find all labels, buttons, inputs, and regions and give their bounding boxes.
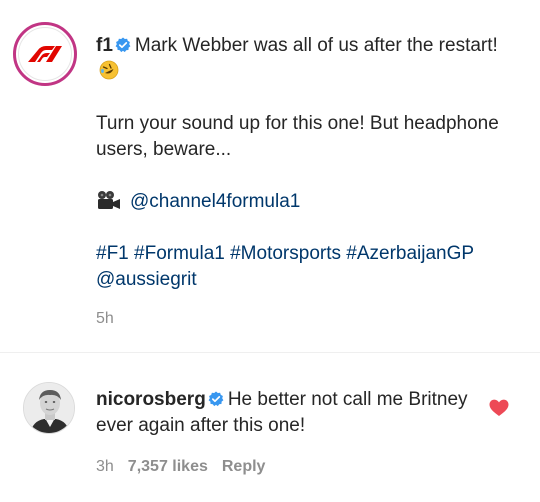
hashtags-link[interactable]: #F1 #Formula1 #Motorsports #AzerbaijanGP — [96, 241, 516, 267]
reply-button[interactable]: Reply — [222, 458, 266, 476]
channel-line: @channel4formula1 — [96, 189, 516, 215]
nicorosberg-avatar[interactable] — [23, 382, 75, 434]
channel-mention-link[interactable]: @channel4formula1 — [130, 191, 300, 212]
post-timestamp: 5h — [96, 310, 114, 327]
comment-username[interactable]: nicorosberg — [96, 389, 206, 410]
post-caption: f1 Mark Webber was all of us after the r… — [96, 33, 516, 293]
comment-body: nicorosberg He better not call me Britne… — [96, 387, 476, 439]
verified-badge-icon — [208, 391, 224, 407]
comment-meta: 3h 7,357 likes Reply — [96, 458, 265, 476]
post-username[interactable]: f1 — [96, 35, 113, 56]
verified-badge-icon — [115, 37, 131, 53]
f1-avatar[interactable] — [13, 22, 77, 86]
heart-icon[interactable] — [489, 399, 509, 417]
aussiegrit-mention-link[interactable]: @aussiegrit — [96, 267, 516, 293]
post-text-line1: Mark Webber was all of us after the rest… — [134, 35, 498, 56]
divider — [0, 352, 540, 353]
post-text-para2: Turn your sound up for this one! But hea… — [96, 113, 499, 160]
comment-likes-count[interactable]: 7,357 likes — [128, 458, 208, 476]
movie-camera-icon — [98, 191, 120, 209]
f1-logo-icon — [18, 27, 72, 81]
rolling-laughing-emoji-icon — [99, 60, 119, 80]
instagram-comments-view: f1 Mark Webber was all of us after the r… — [0, 0, 540, 502]
caption-line: f1 Mark Webber was all of us after the r… — [96, 33, 516, 85]
profile-photo — [24, 383, 74, 433]
comment-timestamp: 3h — [96, 458, 114, 475]
